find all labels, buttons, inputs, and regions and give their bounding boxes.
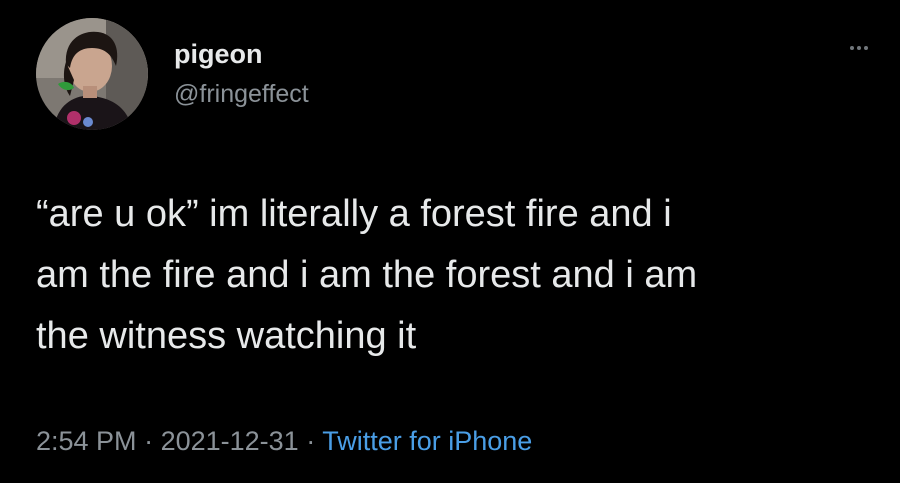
- tweet-metadata: 2:54 PM · 2021-12-31 · Twitter for iPhon…: [36, 424, 532, 458]
- tweet-time[interactable]: 2:54 PM: [36, 426, 137, 456]
- more-horizontal-icon: [864, 46, 868, 50]
- more-horizontal-icon: [850, 46, 854, 50]
- more-horizontal-icon: [857, 46, 861, 50]
- tweet-text-line: am the fire and i am the forest and i am: [36, 254, 698, 296]
- display-name[interactable]: pigeon: [174, 38, 263, 70]
- tweet-source-link[interactable]: Twitter for iPhone: [322, 426, 532, 456]
- tweet-text-line: the witness watching it: [36, 315, 417, 357]
- tweet-date[interactable]: 2021-12-31: [161, 426, 299, 456]
- meta-separator: ·: [136, 426, 161, 456]
- tweet-card: pigeon @fringeffect “are u ok” im litera…: [0, 0, 900, 483]
- avatar[interactable]: [36, 18, 148, 130]
- more-options-button[interactable]: [836, 36, 880, 60]
- meta-separator: ·: [298, 426, 323, 456]
- profile-photo-icon: [36, 18, 148, 130]
- username-handle[interactable]: @fringeffect: [174, 79, 309, 109]
- tweet-text-line: “are u ok” im literally a forest fire an…: [36, 193, 672, 235]
- tweet-text: “are u ok” im literally a forest fire an…: [36, 184, 876, 367]
